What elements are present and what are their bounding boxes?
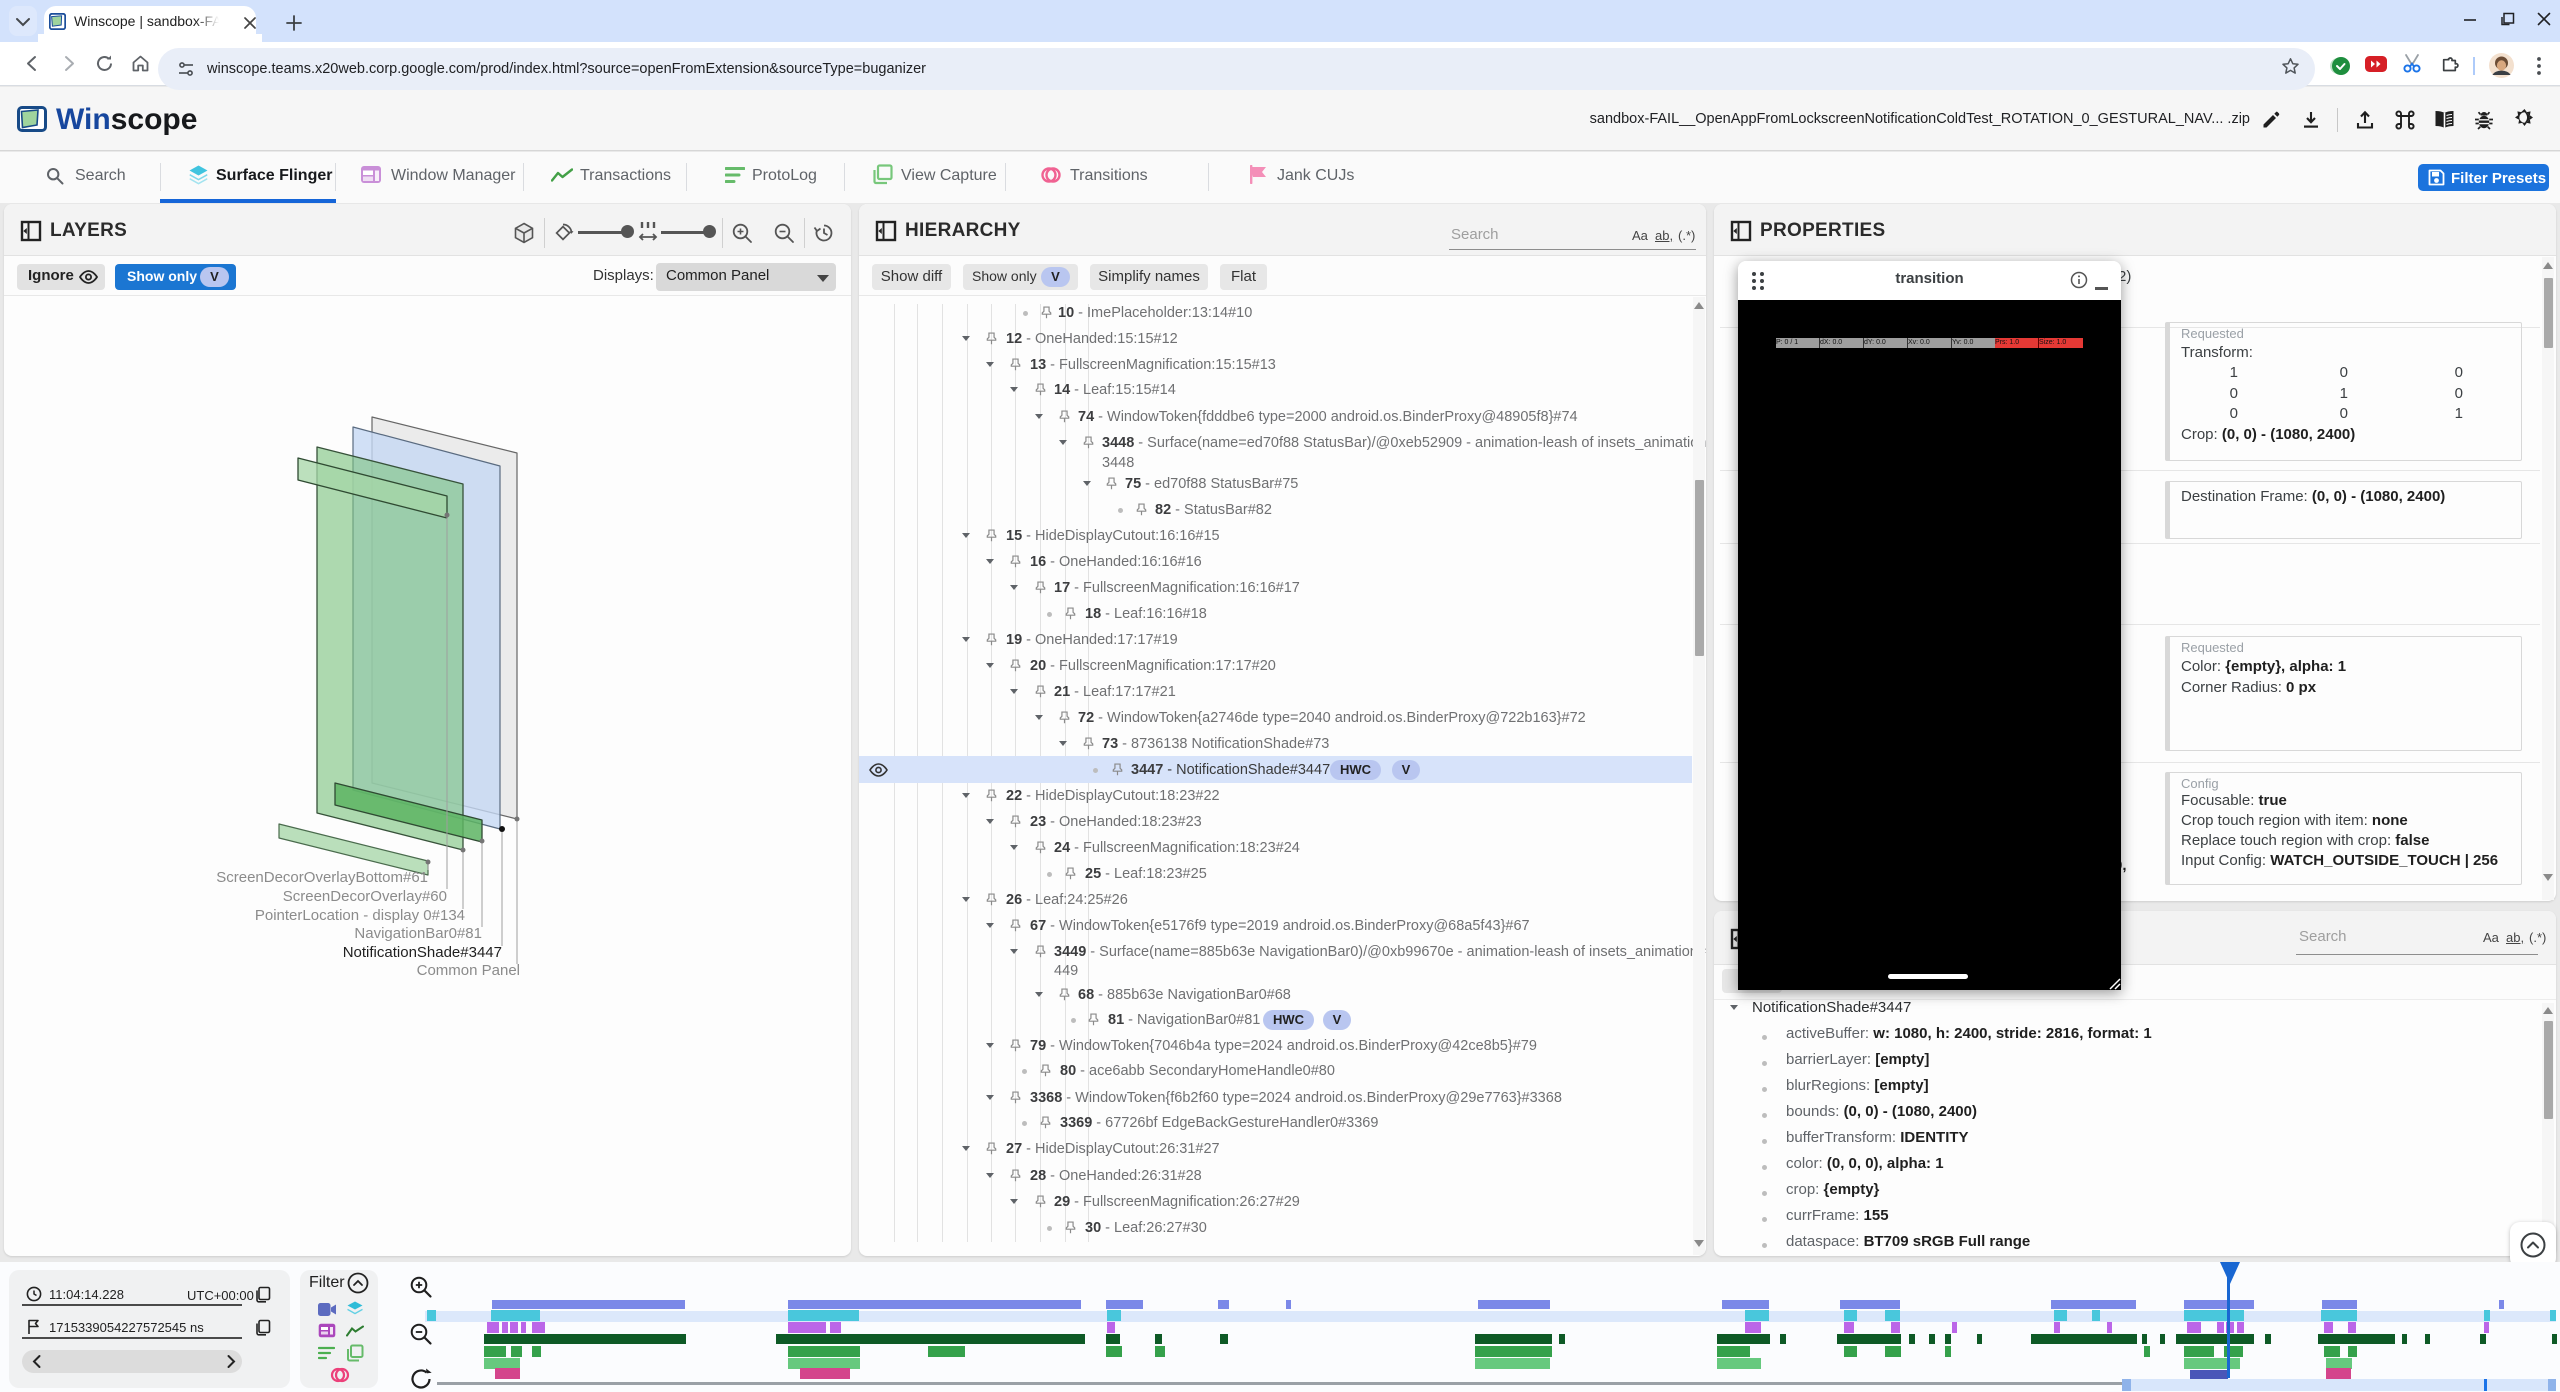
svg-text:PointerLocation - display 0#13: PointerLocation - display 0#134 bbox=[255, 907, 465, 924]
svg-text:Common Panel: Common Panel bbox=[417, 962, 520, 979]
svg-text:NavigationBar0#81: NavigationBar0#81 bbox=[354, 925, 482, 942]
svg-text:NotificationShade#3447: NotificationShade#3447 bbox=[343, 944, 502, 961]
svg-text:ScreenDecorOverlay#60: ScreenDecorOverlay#60 bbox=[283, 888, 447, 905]
svg-text:ScreenDecorOverlayBottom#61: ScreenDecorOverlayBottom#61 bbox=[216, 869, 428, 886]
